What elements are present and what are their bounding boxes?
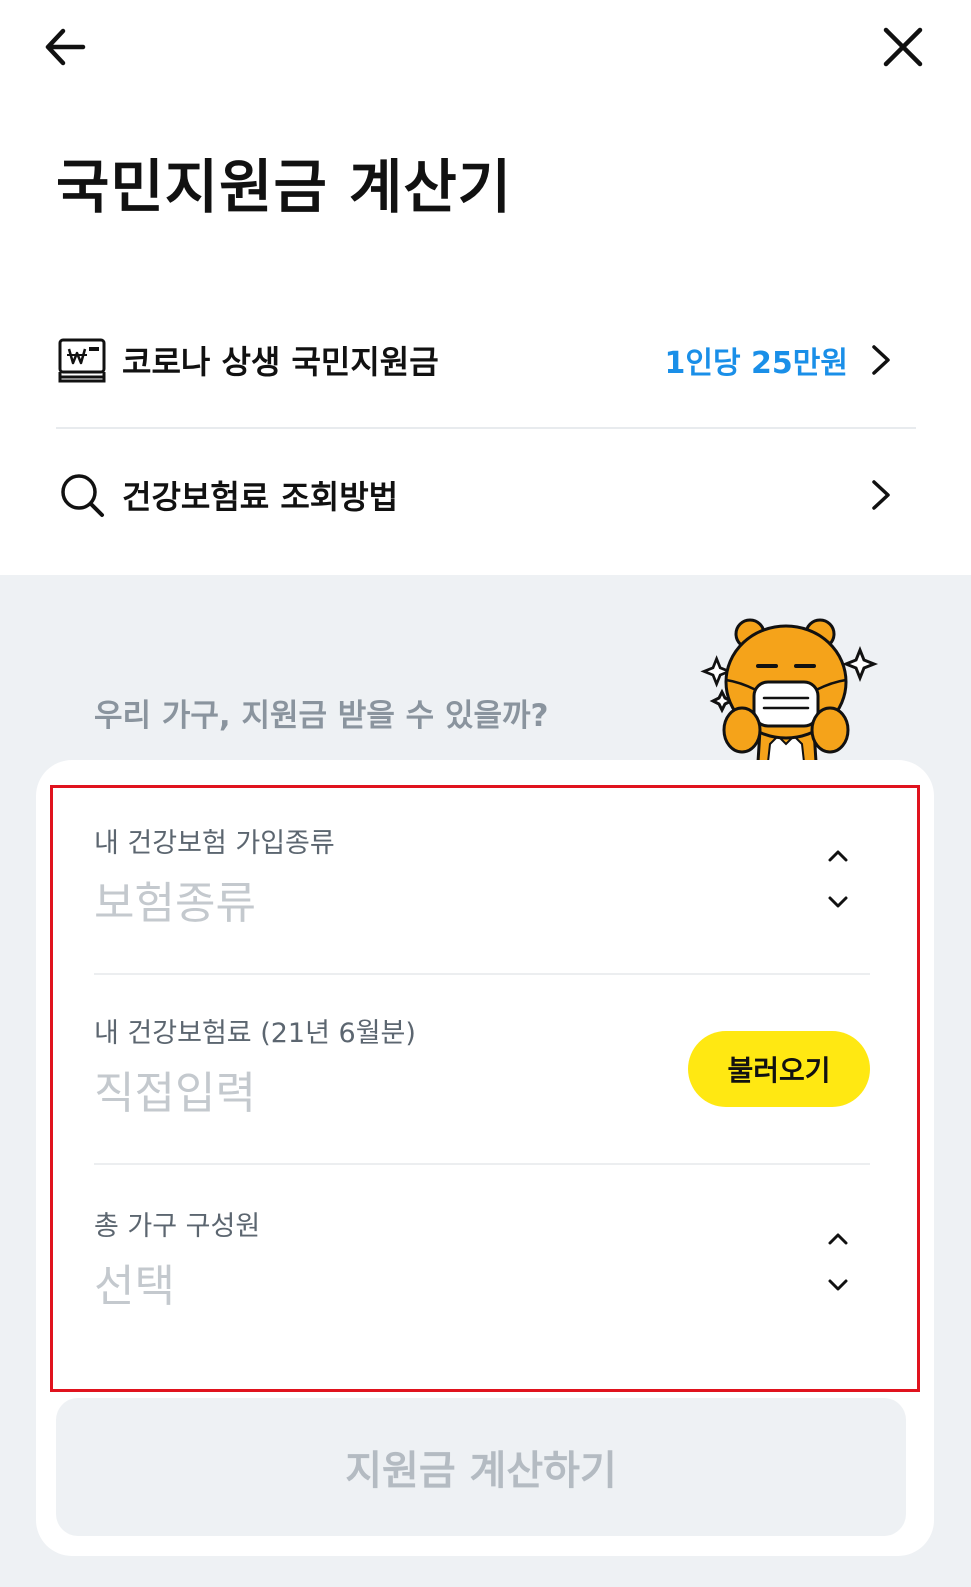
arrow-left-icon: [45, 28, 86, 66]
chevron-right-icon: [866, 475, 896, 515]
section-question: 우리 가구, 지원금 받을 수 있을까?: [94, 698, 549, 734]
insurance-fee-field[interactable]: 내 건강보험료 (21년 6월분) 직접입력 불러오기: [94, 975, 870, 1165]
household-select[interactable]: 선택: [94, 1250, 175, 1314]
close-icon: [883, 27, 923, 67]
household-field[interactable]: 총 가구 구성원 선택: [94, 1168, 870, 1358]
fetch-button[interactable]: 불러오기: [688, 1031, 870, 1107]
back-button[interactable]: [40, 22, 90, 72]
insurance-fee-label: 내 건강보험료 (21년 6월분): [94, 1018, 416, 1049]
amount-per-person: 1인당 25만원: [664, 346, 848, 381]
masked-bear-mascot: [700, 612, 880, 772]
field-divider: [94, 1163, 870, 1165]
page-title: 국민지원금 계산기: [56, 153, 513, 221]
search-icon: [56, 469, 108, 521]
menu-item-label: 건강보험료 조회방법: [122, 478, 399, 516]
menu-divider: [56, 427, 916, 429]
calculate-button[interactable]: 지원금 계산하기: [56, 1398, 906, 1536]
insurance-type-field[interactable]: 내 건강보험 가입종류 보험종류: [94, 785, 870, 975]
close-button[interactable]: [878, 22, 928, 72]
updown-chevron-icon[interactable]: [822, 1232, 854, 1292]
menu-item-label: 코로나 상생 국민지원금: [122, 343, 439, 381]
top-bar: [0, 0, 971, 100]
updown-chevron-icon[interactable]: [822, 849, 854, 909]
household-label: 총 가구 구성원: [94, 1211, 261, 1242]
insurance-type-label: 내 건강보험 가입종류: [94, 828, 335, 859]
menu-item-support-fund[interactable]: 코로나 상생 국민지원금 1인당 25만원: [56, 315, 916, 405]
chevron-right-icon: [866, 340, 896, 380]
menu-item-insurance-lookup[interactable]: 건강보험료 조회방법: [56, 450, 916, 540]
won-card-icon: [56, 334, 108, 386]
insurance-fee-input[interactable]: 직접입력: [94, 1057, 256, 1121]
insurance-type-select[interactable]: 보험종류: [94, 867, 256, 931]
